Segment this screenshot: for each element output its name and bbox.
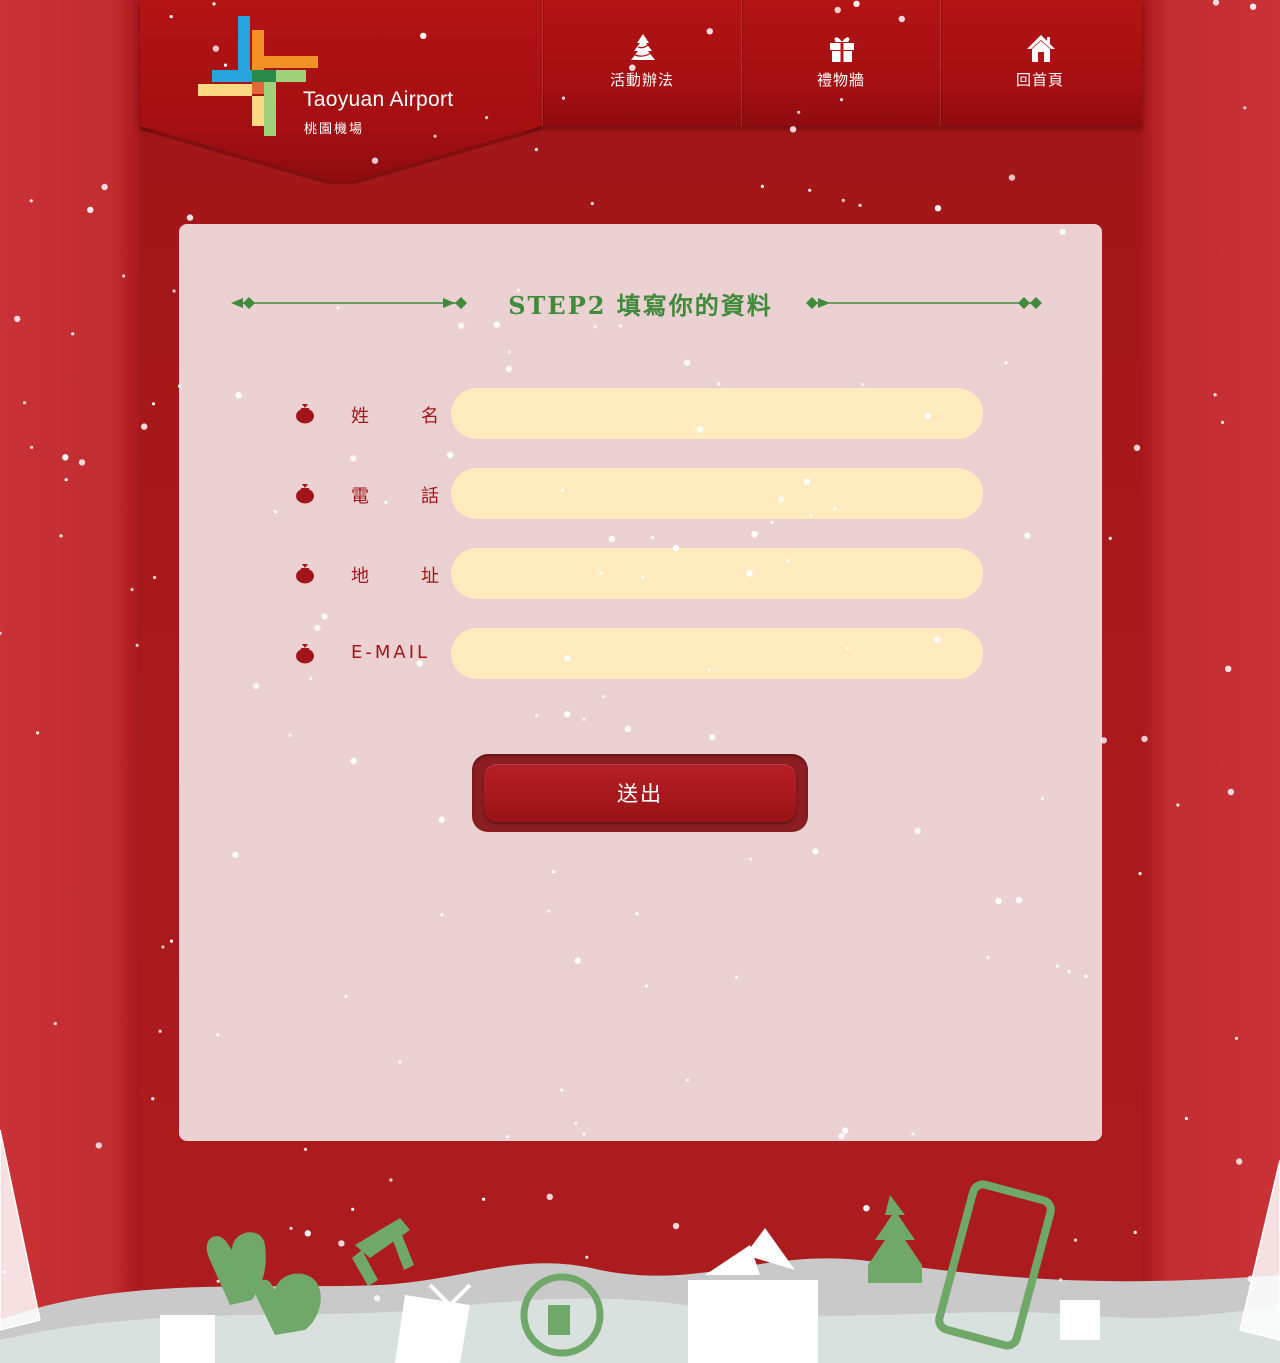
nav-item-rules[interactable]: 活動辦法 [542, 0, 741, 126]
big-gift-icon [688, 1228, 818, 1363]
gift-bag-icon [296, 564, 314, 584]
field-label-email: E-MAIL [351, 642, 431, 663]
nav-item-gift-wall[interactable]: 禮物牆 [741, 0, 940, 126]
gift-bag-icon [296, 644, 314, 664]
nav-item-label: 活動辦法 [609, 71, 674, 89]
email-input[interactable] [451, 628, 983, 679]
field-label-name: 姓 名 [351, 406, 439, 427]
brand-name-en: Taoyuan Airport [303, 88, 454, 111]
gift-icon [830, 37, 854, 62]
submit-button[interactable]: 送出 [484, 764, 796, 822]
field-label-phone: 電 話 [351, 486, 439, 507]
nav-item-label: 回首頁 [1015, 71, 1064, 89]
home-icon [1027, 35, 1055, 62]
form-panel: STEP2 填寫你的資料 姓 名 電 話 地 址 E-MAIL 送出 [179, 224, 1102, 1141]
phone-input[interactable] [451, 468, 983, 519]
form-row-address: 地 址 [289, 548, 989, 600]
snow-ground-decoration [0, 1129, 1280, 1363]
field-label-address: 地 址 [351, 566, 439, 587]
christmas-tree-icon [631, 34, 655, 60]
form-row-email: E-MAIL [289, 628, 989, 680]
address-input[interactable] [451, 548, 983, 599]
scarf-icon [352, 1218, 414, 1286]
gift-bag-icon [296, 404, 314, 424]
gift-bag-icon [296, 484, 314, 504]
submit-button-frame: 送出 [472, 754, 808, 832]
brand-name-zh: 桃園機場 [304, 122, 365, 137]
nav-item-label: 禮物牆 [816, 71, 865, 89]
ornament-divider-right [806, 297, 1042, 309]
name-input[interactable] [451, 388, 983, 439]
small-tree-icon [868, 1195, 922, 1283]
form-row-phone: 電 話 [289, 468, 989, 520]
form-row-name: 姓 名 [289, 388, 989, 440]
nav-item-home[interactable]: 回首頁 [940, 0, 1139, 126]
page: Taoyuan Airport 桃園機場 活動辦法 禮物牆 回首頁 STEP2 … [0, 0, 1280, 1363]
